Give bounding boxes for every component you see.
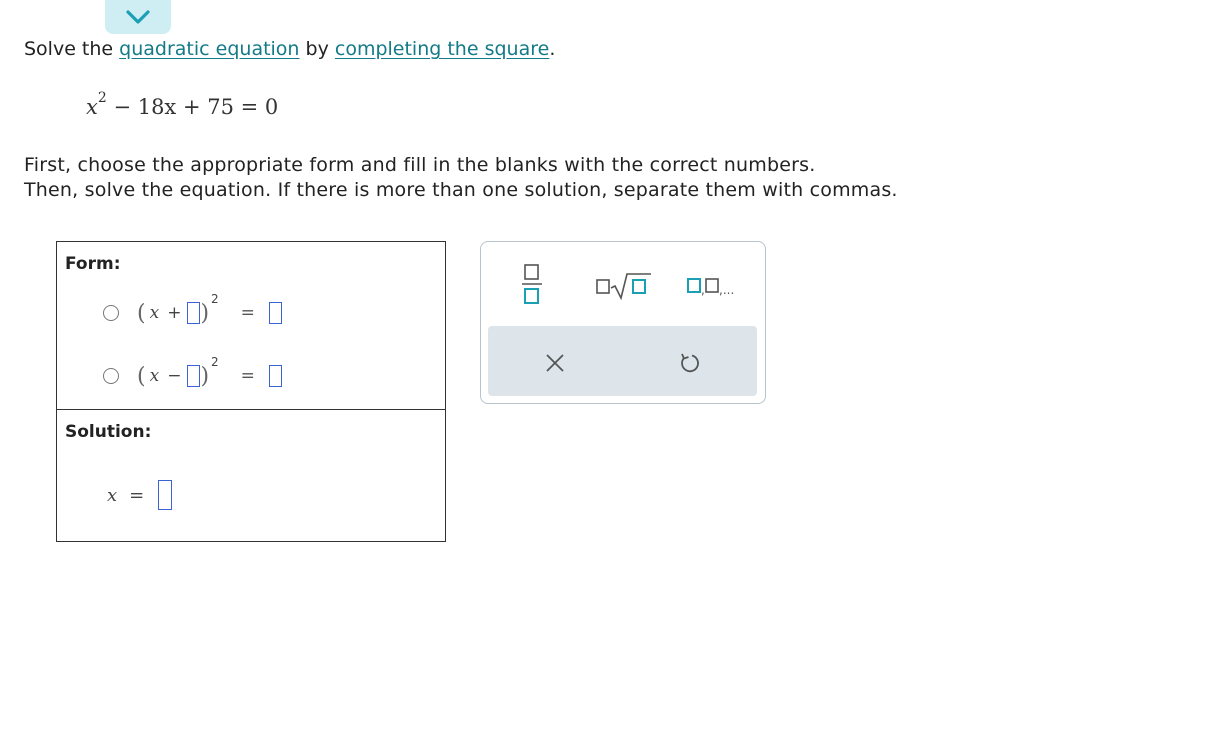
solution-row: x = — [107, 480, 173, 510]
equation-rest: − 18x + 75 = 0 — [106, 95, 279, 119]
problem-suffix: . — [549, 38, 556, 60]
paren-open: ( — [137, 363, 146, 389]
math-toolbox: , ,... — [480, 241, 766, 404]
clear-button[interactable] — [538, 346, 572, 380]
radio-plus[interactable] — [103, 305, 119, 321]
sqrt-icon — [596, 273, 651, 300]
problem-prefix: Solve the — [24, 38, 120, 60]
option-var: x — [149, 366, 160, 386]
answer-table: Form: ( x + ) 2 = ( x − ) 2 = Solution: … — [56, 241, 446, 542]
problem-statement: Solve the quadratic equation by completi… — [24, 38, 555, 60]
option-equals: = — [240, 303, 255, 323]
option-exponent: 2 — [211, 355, 219, 369]
equation-var: x — [86, 95, 98, 119]
given-equation: x2 − 18x + 75 = 0 — [86, 90, 279, 119]
svg-text:,...: ,... — [719, 283, 734, 297]
plus-constant-blank[interactable] — [187, 302, 201, 324]
solution-label: Solution: — [65, 422, 152, 442]
option-var: x — [149, 303, 160, 323]
minus-rhs-blank[interactable] — [268, 365, 282, 387]
option-op: + — [167, 303, 182, 323]
plus-rhs-blank[interactable] — [268, 302, 282, 324]
paren-open: ( — [137, 300, 146, 326]
instructions-line-2: Then, solve the equation. If there is mo… — [24, 179, 898, 201]
fraction-button[interactable] — [517, 262, 547, 308]
chevron-down-icon — [126, 10, 150, 24]
collapse-tab[interactable] — [105, 0, 171, 34]
form-option-plus[interactable]: ( x + ) 2 = — [103, 292, 282, 328]
solution-var: x — [107, 484, 118, 506]
action-bar — [488, 326, 757, 396]
quadratic-equation-link[interactable]: quadratic equation — [119, 38, 299, 60]
fraction-icon — [522, 264, 542, 304]
list-icon: , ,... — [687, 278, 734, 297]
undo-icon — [681, 353, 699, 373]
undo-button[interactable] — [672, 345, 706, 381]
clear-icon — [546, 354, 564, 372]
list-button[interactable]: , ,... — [679, 270, 749, 300]
instructions: First, choose the appropriate form and f… — [24, 153, 898, 203]
form-option-minus[interactable]: ( x − ) 2 = — [103, 355, 282, 391]
form-label: Form: — [65, 254, 121, 274]
minus-constant-blank[interactable] — [187, 365, 201, 387]
paren-close: ) — [200, 363, 210, 389]
solution-equals: = — [129, 484, 145, 506]
option-equals: = — [240, 366, 255, 386]
sqrt-button[interactable] — [594, 268, 654, 302]
svg-text:,: , — [701, 283, 705, 297]
form-section: Form: ( x + ) 2 = ( x − ) 2 = — [57, 242, 445, 410]
option-op: − — [167, 366, 182, 386]
paren-close: ) — [200, 300, 210, 326]
equation-exponent: 2 — [97, 90, 107, 106]
instructions-line-1: First, choose the appropriate form and f… — [24, 154, 816, 176]
problem-middle: by — [299, 38, 335, 60]
solution-blank[interactable] — [158, 480, 173, 510]
radio-minus[interactable] — [103, 368, 119, 384]
option-exponent: 2 — [211, 292, 219, 306]
completing-the-square-link[interactable]: completing the square — [335, 38, 549, 60]
